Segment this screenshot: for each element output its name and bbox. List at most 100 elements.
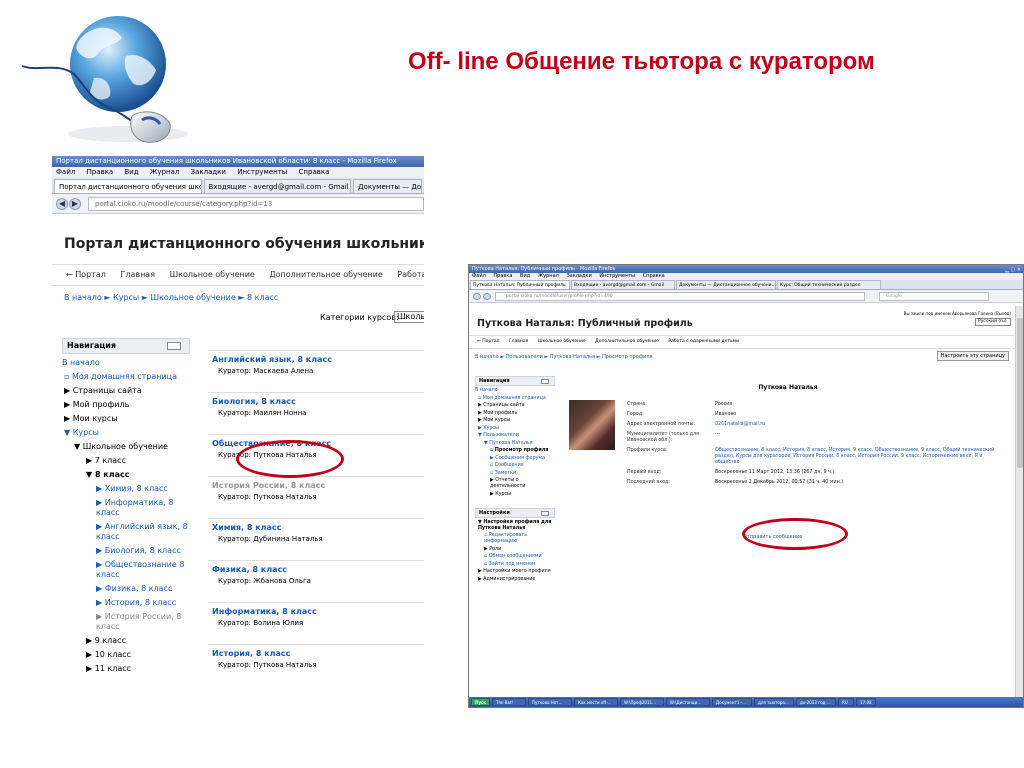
tree-item[interactable]: ▶ Страницы сайта bbox=[475, 403, 555, 409]
tree-item[interactable]: ▶ Курсы bbox=[475, 426, 555, 432]
taskbar-item[interactable]: Документ1 -... bbox=[712, 698, 753, 706]
tree-item[interactable]: ▶ 11 класс bbox=[62, 664, 190, 674]
nav-school[interactable]: Школьное обучение bbox=[538, 339, 586, 344]
category-select[interactable]: Школь bbox=[394, 311, 424, 323]
course-link[interactable]: Биология, 8 класс bbox=[208, 393, 424, 406]
tree-item[interactable]: ▶ Курсы bbox=[475, 492, 555, 498]
tab-gmail[interactable]: Входящие - avergd@gmail.com - Gmail bbox=[571, 280, 675, 289]
tree-item[interactable]: ▶ Химия, 8 класс bbox=[62, 484, 190, 494]
scrollbar-thumb[interactable] bbox=[1017, 318, 1023, 468]
menu-edit[interactable]: Правка bbox=[87, 168, 114, 176]
tab-portal[interactable]: Портал дистанционного обучения шко...× bbox=[54, 179, 202, 193]
forward-icon[interactable]: ▶ bbox=[69, 197, 81, 210]
tab-docs[interactable]: Документы — До bbox=[353, 179, 422, 193]
nav-home[interactable]: Главная bbox=[120, 270, 155, 279]
breadcrumb[interactable]: В начало ► Курсы ► Школьное обучение ► 8… bbox=[52, 286, 424, 310]
tree-item[interactable]: ▫ Заметки bbox=[475, 471, 555, 477]
nav-gifted[interactable]: Работа с одарен bbox=[397, 270, 424, 279]
tree-item[interactable]: ▫ Моя домашняя страница bbox=[475, 396, 555, 402]
menu-history[interactable]: Журнал bbox=[538, 273, 559, 279]
menu-help[interactable]: Справка bbox=[643, 273, 665, 279]
tree-item[interactable]: ▶ Сообщения форума bbox=[475, 456, 555, 462]
tree-item[interactable]: ▶ Мой профиль bbox=[62, 400, 190, 410]
login-info[interactable]: Вы зашли под именем Аверьянова Галина (В… bbox=[904, 311, 1011, 316]
start-button[interactable]: Пуск bbox=[471, 698, 491, 706]
course-profiles-links[interactable]: Обществознание, 8 класс, История, 8 клас… bbox=[715, 448, 1007, 466]
tree-item[interactable]: В начало bbox=[62, 358, 190, 368]
language-indicator[interactable]: RU bbox=[838, 698, 855, 706]
url-input[interactable]: portal.cioko.ru/moodle/user/profile.php?… bbox=[495, 292, 865, 301]
course-link[interactable]: История России, 8 класс bbox=[208, 477, 424, 490]
tree-item[interactable]: ▶ Обществознание 8 класс bbox=[62, 560, 190, 580]
tree-item[interactable]: ▶ 10 класс bbox=[62, 650, 190, 660]
taskbar-item[interactable]: The Bat! bbox=[492, 698, 527, 706]
tree-item[interactable]: ▶ Отчеты о деятельности bbox=[475, 478, 555, 490]
menu-edit[interactable]: Правка bbox=[493, 273, 512, 279]
menu-bookmarks[interactable]: Закладки bbox=[191, 168, 226, 176]
tree-item[interactable]: ▶ 7 класс bbox=[62, 456, 190, 466]
tree-item[interactable]: В начало bbox=[475, 388, 555, 394]
menu-tools[interactable]: Инструменты bbox=[599, 273, 635, 279]
menu-file[interactable]: Файл bbox=[472, 273, 486, 279]
taskbar-item[interactable]: дк-2013 год ... bbox=[796, 698, 837, 706]
tree-item[interactable]: ▼ 8 класс bbox=[62, 470, 190, 480]
nav-gifted[interactable]: Работа с одаренными детьми bbox=[668, 339, 739, 344]
tree-item[interactable]: ▫ Зайти под именем bbox=[475, 562, 555, 568]
tab-course[interactable]: Курс: Общий технический раздел bbox=[777, 280, 881, 289]
tree-item[interactable]: ▶ Роли bbox=[475, 547, 555, 553]
tree-item[interactable]: ▶ Мой профиль bbox=[475, 411, 555, 417]
tab-docs[interactable]: Документы — Дистанционное обучени... bbox=[676, 280, 776, 289]
nav-additional[interactable]: Дополнительное обучение bbox=[595, 339, 659, 344]
menu-help[interactable]: Справка bbox=[299, 168, 330, 176]
nav-portal[interactable]: ← Портал bbox=[477, 339, 499, 344]
window-controls-icon[interactable]: ▁ ▢ ✕ bbox=[1005, 266, 1021, 274]
taskbar-item[interactable]: W:\Проф2011... bbox=[620, 698, 665, 706]
tree-item[interactable]: ▶ Английский язык, 8 класс bbox=[62, 522, 190, 542]
nav-portal[interactable]: ← Портал bbox=[66, 270, 106, 279]
search-input[interactable]: Google bbox=[879, 292, 989, 301]
tree-item[interactable]: ▶ История России, 8 класс bbox=[62, 612, 190, 632]
language-select[interactable]: Русский (ru) bbox=[975, 318, 1011, 326]
dock-icon[interactable] bbox=[541, 510, 549, 516]
tree-item[interactable]: ▶ Физика, 8 класс bbox=[62, 584, 190, 594]
dock-icon[interactable] bbox=[541, 379, 549, 384]
course-link[interactable]: Обществознание, 8 класс bbox=[208, 435, 424, 448]
tree-item[interactable]: ▶ История, 8 класс bbox=[62, 598, 190, 608]
menu-tools[interactable]: Инструменты bbox=[237, 168, 287, 176]
tree-item[interactable]: ▶ Мои курсы bbox=[475, 418, 555, 424]
tree-item[interactable]: ▫ Сообщения bbox=[475, 463, 555, 469]
email-link[interactable]: 0201natalia@mail.ru bbox=[715, 422, 1007, 428]
tree-item[interactable]: ▼ Пользователи bbox=[475, 433, 555, 439]
tree-item[interactable]: ▶ 9 класс bbox=[62, 636, 190, 646]
tree-item[interactable]: ▫ Просмотр профиля bbox=[475, 448, 555, 454]
taskbar-item[interactable]: Как мести off-... bbox=[574, 698, 619, 706]
nav-school[interactable]: Школьное обучение bbox=[170, 270, 255, 279]
tree-item[interactable]: ▶ Биология, 8 класс bbox=[62, 546, 190, 556]
menu-history[interactable]: Журнал bbox=[150, 168, 179, 176]
tree-item[interactable]: ▶ Информатика, 8 класс bbox=[62, 498, 190, 518]
tree-item[interactable]: ▶ Мои курсы bbox=[62, 414, 190, 424]
breadcrumb[interactable]: В начало ► Пользователи ► Путкова Наталь… bbox=[475, 354, 653, 360]
tab-profile[interactable]: Путкова Наталья: Публичный профиль bbox=[470, 280, 570, 289]
scrollbar[interactable] bbox=[1015, 306, 1023, 699]
course-link[interactable]: Информатика, 8 класс bbox=[208, 603, 424, 616]
nav-home[interactable]: Главная bbox=[509, 339, 528, 344]
tree-item[interactable]: ▫ Редактировать информацию bbox=[475, 533, 555, 545]
menu-bookmarks[interactable]: Закладки bbox=[566, 273, 591, 279]
course-link[interactable]: Физика, 8 класс bbox=[208, 561, 424, 574]
back-icon[interactable] bbox=[473, 293, 481, 300]
forward-icon[interactable] bbox=[483, 293, 491, 300]
course-link[interactable]: Химия, 8 класс bbox=[208, 519, 424, 532]
tree-item[interactable]: ▫ Обмен сообщениями bbox=[475, 554, 555, 560]
tree-item[interactable]: ▼ Школьное обучение bbox=[62, 442, 190, 452]
tree-item[interactable]: ▶ Настройки моего профиля bbox=[475, 569, 555, 575]
tab-gmail[interactable]: Входящие - avergd@gmail.com - Gmail× bbox=[203, 179, 352, 193]
dock-icon[interactable] bbox=[167, 342, 181, 350]
tree-item[interactable]: ▼ Курсы bbox=[62, 428, 190, 438]
tree-item[interactable]: ▶ Администрирование bbox=[475, 577, 555, 583]
customize-page-button[interactable]: Настроить эту страницу bbox=[936, 351, 1009, 361]
course-link[interactable]: Английский язык, 8 класс bbox=[208, 351, 424, 364]
taskbar-item[interactable]: W:\Дистанци... bbox=[666, 698, 711, 706]
tree-item[interactable]: ▫ Моя домашняя страница bbox=[62, 372, 190, 382]
menu-file[interactable]: Файл bbox=[56, 168, 75, 176]
